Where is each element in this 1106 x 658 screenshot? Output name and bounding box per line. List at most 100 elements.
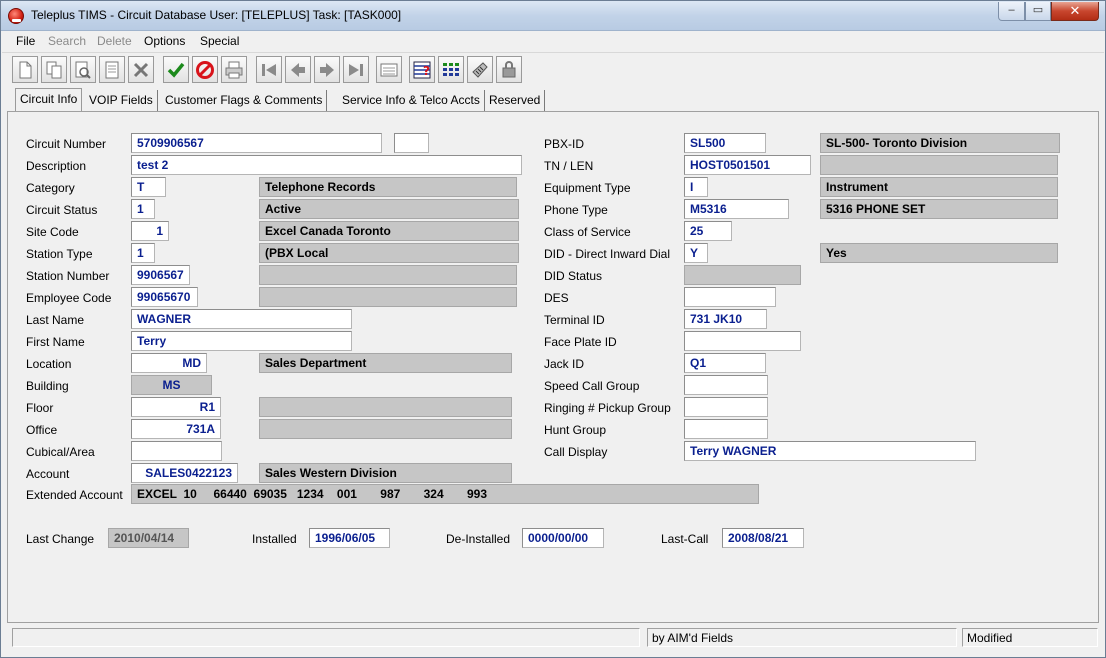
first-record-icon bbox=[262, 63, 276, 76]
class-of-service-input[interactable]: 25 bbox=[684, 221, 732, 241]
query-icon: ? bbox=[413, 61, 431, 78]
list-icon bbox=[380, 63, 398, 76]
jack-id-input[interactable]: Q1 bbox=[684, 353, 766, 373]
last-name-input[interactable]: WAGNER bbox=[131, 309, 352, 329]
lock-button[interactable] bbox=[496, 56, 522, 83]
circuit-number-suffix-input[interactable] bbox=[394, 133, 429, 153]
accept-icon bbox=[167, 62, 185, 78]
printer-icon bbox=[225, 61, 243, 78]
face-plate-id-label: Face Plate ID bbox=[544, 335, 617, 349]
call-display-label: Call Display bbox=[544, 445, 608, 459]
installed-input[interactable]: 1996/06/05 bbox=[309, 528, 390, 548]
cancel-icon bbox=[196, 60, 214, 79]
circuit-status-input[interactable]: 1 bbox=[131, 199, 155, 219]
ringing-pickup-group-input[interactable] bbox=[684, 397, 768, 417]
station-type-description: (PBX Local bbox=[259, 243, 519, 263]
face-plate-id-input[interactable] bbox=[684, 331, 801, 351]
employee-code-input[interactable]: 99065670 bbox=[131, 287, 198, 307]
menu-options[interactable]: Options bbox=[144, 34, 185, 48]
location-description: Sales Department bbox=[259, 353, 512, 373]
menu-file[interactable]: File bbox=[16, 34, 35, 48]
circuit-status-description: Active bbox=[259, 199, 519, 219]
query-button[interactable]: ? bbox=[409, 56, 435, 83]
call-display-input[interactable]: Terry WAGNER bbox=[684, 441, 976, 461]
find-button[interactable] bbox=[70, 56, 96, 83]
tab-circuit-info[interactable]: Circuit Info bbox=[15, 88, 83, 112]
list-button[interactable] bbox=[376, 56, 402, 83]
station-number-input[interactable]: 9906567 bbox=[131, 265, 190, 285]
copy-button[interactable] bbox=[41, 56, 67, 83]
site-code-description: Excel Canada Toronto bbox=[259, 221, 519, 241]
status-bar: by AIM'd Fields Modified bbox=[2, 625, 1104, 657]
equipment-type-description: Instrument bbox=[820, 177, 1058, 197]
tab-strip: Circuit Info VOIP Fields Customer Flags … bbox=[13, 88, 1103, 112]
menu-special[interactable]: Special bbox=[200, 34, 239, 48]
did-input[interactable]: Y bbox=[684, 243, 708, 263]
building-label: Building bbox=[26, 379, 69, 393]
close-button[interactable]: ✕ bbox=[1051, 2, 1099, 21]
floor-description bbox=[259, 397, 512, 417]
first-name-input[interactable]: Terry bbox=[131, 331, 352, 351]
did-label: DID - Direct Inward Dial bbox=[544, 247, 671, 261]
tn-len-input[interactable]: HOST0501501 bbox=[684, 155, 811, 175]
accept-button[interactable] bbox=[163, 56, 189, 83]
office-input[interactable]: 731A bbox=[131, 419, 221, 439]
description-input[interactable]: test 2 bbox=[131, 155, 522, 175]
hunt-group-input[interactable] bbox=[684, 419, 768, 439]
employee-code-label: Employee Code bbox=[26, 291, 112, 305]
pbx-id-input[interactable]: SL500 bbox=[684, 133, 766, 153]
terminal-id-input[interactable]: 731 JK10 bbox=[684, 309, 767, 329]
floor-input[interactable]: R1 bbox=[131, 397, 221, 417]
tab-service-info[interactable]: Service Info & Telco Accts bbox=[338, 90, 485, 112]
des-input[interactable] bbox=[684, 287, 776, 307]
tab-reserved[interactable]: Reserved bbox=[485, 90, 546, 112]
description-label: Description bbox=[26, 159, 87, 173]
location-label: Location bbox=[26, 357, 72, 371]
last-record-button[interactable] bbox=[343, 56, 369, 83]
hunt-group-label: Hunt Group bbox=[544, 423, 607, 437]
next-record-button[interactable] bbox=[314, 56, 340, 83]
account-label: Account bbox=[26, 467, 70, 481]
did-status-label: DID Status bbox=[544, 269, 603, 283]
first-name-label: First Name bbox=[26, 335, 85, 349]
location-input[interactable]: MD bbox=[131, 353, 207, 373]
print-preview-icon bbox=[105, 61, 119, 78]
status-fields-info: by AIM'd Fields bbox=[647, 628, 957, 647]
cancel-button[interactable] bbox=[192, 56, 218, 83]
de-installed-input[interactable]: 0000/00/00 bbox=[522, 528, 604, 548]
speed-call-group-input[interactable] bbox=[684, 375, 768, 395]
menu-bar: File Search Delete Options Special bbox=[2, 31, 1104, 51]
ringing-pickup-group-label: Ringing # Pickup Group bbox=[544, 401, 671, 415]
circuit-number-input[interactable]: 5709906567 bbox=[131, 133, 382, 153]
equipment-type-input[interactable]: I bbox=[684, 177, 708, 197]
site-code-label: Site Code bbox=[26, 225, 79, 239]
maximize-button[interactable]: ▭ bbox=[1025, 2, 1051, 21]
last-call-input[interactable]: 2008/08/21 bbox=[722, 528, 804, 548]
menu-search[interactable]: Search bbox=[48, 34, 86, 48]
office-description bbox=[259, 419, 512, 439]
category-input[interactable]: T bbox=[131, 177, 166, 197]
menu-delete[interactable]: Delete bbox=[97, 34, 132, 48]
pbx-id-description: SL-500- Toronto Division bbox=[820, 133, 1060, 153]
phone-button[interactable] bbox=[467, 56, 493, 83]
tab-customer-flags[interactable]: Customer Flags & Comments bbox=[161, 90, 328, 112]
site-code-input[interactable]: 1 bbox=[131, 221, 169, 241]
delete-button[interactable] bbox=[128, 56, 154, 83]
first-record-button[interactable] bbox=[256, 56, 282, 83]
phone-type-input[interactable]: M5316 bbox=[684, 199, 789, 219]
new-button[interactable] bbox=[12, 56, 38, 83]
copy-icon bbox=[46, 61, 62, 78]
cubical-area-input[interactable] bbox=[131, 441, 222, 461]
last-change-value: 2010/04/14 bbox=[108, 528, 189, 548]
grid-button[interactable] bbox=[438, 56, 464, 83]
lock-icon bbox=[502, 60, 516, 77]
find-icon bbox=[75, 61, 91, 79]
minimize-button[interactable]: ‒ bbox=[998, 2, 1025, 21]
employee-code-description bbox=[259, 287, 517, 307]
previous-record-button[interactable] bbox=[285, 56, 311, 83]
print-preview-button[interactable] bbox=[99, 56, 125, 83]
tab-voip-fields[interactable]: VOIP Fields bbox=[85, 90, 158, 112]
print-button[interactable] bbox=[221, 56, 247, 83]
station-type-input[interactable]: 1 bbox=[131, 243, 155, 263]
account-input[interactable]: SALES0422123 bbox=[131, 463, 238, 483]
